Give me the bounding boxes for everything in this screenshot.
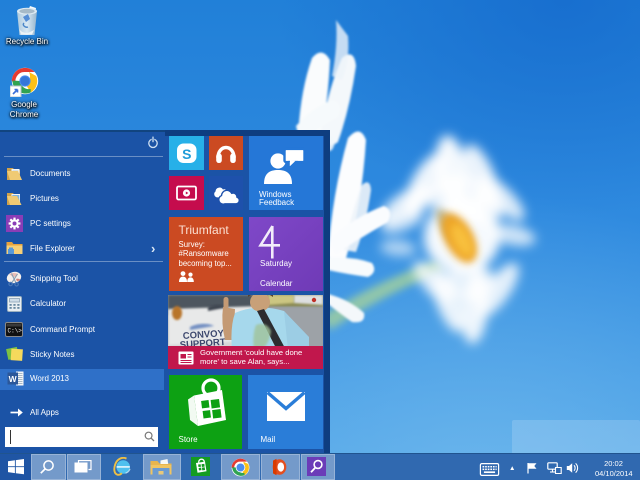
svg-text:W: W — [9, 374, 18, 384]
svg-text:S: S — [182, 145, 191, 161]
svg-text:C:\>: C:\> — [8, 328, 23, 335]
